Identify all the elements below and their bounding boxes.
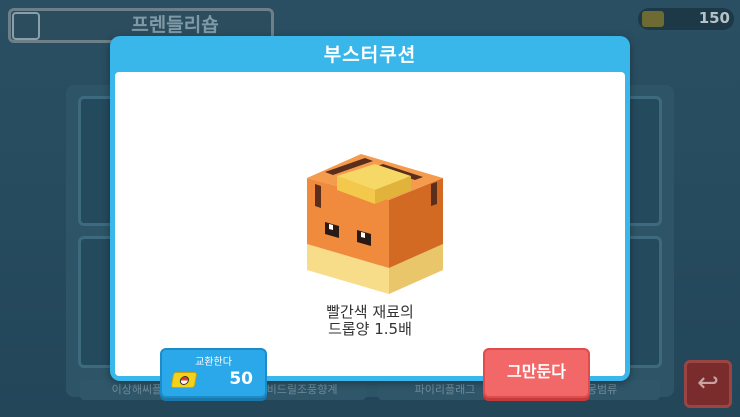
item-description: 빨간색 재료의 드롭양 1.5배 xyxy=(220,304,520,338)
quit-button[interactable]: 그만둔다 xyxy=(483,348,590,398)
currency-amount: 150 xyxy=(698,9,730,27)
pokemon-ticket-icon xyxy=(170,372,198,388)
exchange-button-label: 교환한다 xyxy=(195,357,232,368)
dialog-body: 빨간색 재료의 드롭양 1.5배 교환한다 50 그만둔다 xyxy=(115,72,625,398)
shop-title: 프렌들리숍 xyxy=(131,14,219,36)
item-description-line: 빨간색 재료의 xyxy=(326,303,414,321)
booster-cushion-icon xyxy=(307,154,443,294)
back-button[interactable]: ↩ xyxy=(684,360,732,408)
pokemon-ticket-icon xyxy=(642,11,664,27)
shop-icon xyxy=(12,12,40,40)
exchange-button[interactable]: 교환한다 50 xyxy=(160,348,267,398)
item-dialog: 부스터쿠션 빨간색 재료의 드롭양 1.5배 교환한다 50 그만둔다 xyxy=(110,36,630,398)
exchange-cost: 50 xyxy=(229,369,253,389)
item-description-line: 드롭양 1.5배 xyxy=(328,320,412,338)
dialog-title: 부스터쿠션 xyxy=(323,44,417,66)
back-arrow-icon: ↩ xyxy=(697,368,719,398)
pokeball-icon xyxy=(179,376,190,385)
